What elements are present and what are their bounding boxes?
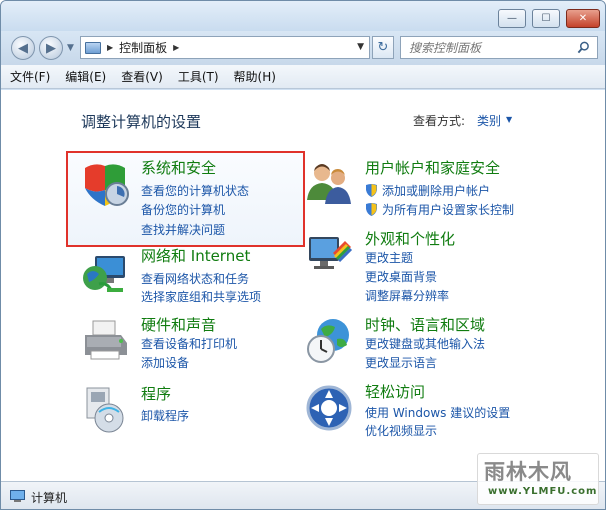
category-title-appearance[interactable]: 外观和个性化 (365, 228, 455, 249)
page-title: 调整计算机的设置 (81, 113, 202, 131)
address-bar[interactable]: ▶ 控制面板 ▶ ▼ (80, 36, 370, 59)
address-dropdown-icon[interactable]: ▼ (357, 42, 364, 52)
link-view-computer-status[interactable]: 查看您的计算机状态 (141, 182, 249, 199)
uac-shield-icon (366, 203, 377, 216)
menu-view[interactable]: 查看(V) (121, 68, 163, 85)
watermark-url: www.YLMFU.com (488, 486, 598, 497)
programs-disc-icon[interactable] (81, 386, 129, 434)
link-change-desktop-background[interactable]: 更改桌面背景 (365, 268, 437, 285)
link-change-display-language[interactable]: 更改显示语言 (365, 354, 437, 371)
watermark: 雨林木风 www.YLMFU.com (477, 453, 599, 505)
watermark-logo: 雨林木风 (484, 459, 572, 484)
refresh-button[interactable]: ↻ (372, 36, 394, 59)
menu-bar: 文件(F) 编辑(E) 查看(V) 工具(T) 帮助(H) (1, 65, 605, 89)
back-button[interactable]: ◀ (11, 36, 35, 60)
view-by-dropdown[interactable]: 类别 (477, 112, 501, 129)
search-box[interactable] (400, 36, 598, 59)
category-title-programs[interactable]: 程序 (141, 383, 171, 404)
link-network-status[interactable]: 查看网络状态和任务 (141, 270, 249, 287)
close-button[interactable]: ✕ (566, 9, 600, 28)
control-panel-icon (85, 41, 101, 54)
view-by-label: 查看方式: (413, 114, 466, 128)
monitor-palette-icon[interactable] (305, 231, 353, 279)
category-title-network[interactable]: 网络和 Internet (141, 245, 250, 266)
category-title-clock-language[interactable]: 时钟、语言和区域 (365, 314, 485, 335)
link-backup-computer[interactable]: 备份您的计算机 (141, 201, 225, 218)
link-devices-printers[interactable]: 查看设备和打印机 (141, 335, 237, 352)
link-change-theme[interactable]: 更改主题 (365, 249, 413, 266)
view-by-chevron-down-icon[interactable]: ▼ (506, 115, 512, 124)
link-add-device[interactable]: 添加设备 (141, 354, 189, 371)
computer-icon (10, 490, 25, 502)
link-parental-controls[interactable]: 为所有用户设置家长控制 (365, 201, 514, 218)
users-icon[interactable] (305, 160, 353, 208)
shield-icon[interactable] (81, 160, 129, 208)
link-optimize-display[interactable]: 优化视频显示 (365, 422, 437, 439)
window: — ☐ ✕ ◀ ▶ ▼ ▶ 控制面板 ▶ ▼ ↻ 文件(F) 编辑(E) 查看(… (0, 0, 606, 510)
minimize-button[interactable]: — (498, 9, 526, 28)
link-add-remove-accounts[interactable]: 添加或删除用户帐户 (365, 182, 490, 199)
breadcrumb-arrow-icon[interactable]: ▶ (173, 43, 179, 52)
breadcrumb-arrow-icon[interactable]: ▶ (107, 43, 113, 52)
link-homegroup-sharing[interactable]: 选择家庭组和共享选项 (141, 288, 261, 305)
link-recommended-settings[interactable]: 使用 Windows 建议的设置 (365, 404, 510, 421)
link-uninstall-program[interactable]: 卸载程序 (141, 407, 189, 424)
clock-globe-icon[interactable] (305, 317, 353, 365)
menu-tools[interactable]: 工具(T) (178, 68, 219, 85)
address-row: ◀ ▶ ▼ ▶ 控制面板 ▶ ▼ ↻ (1, 31, 605, 65)
menu-edit[interactable]: 编辑(E) (65, 68, 106, 85)
category-title-hardware[interactable]: 硬件和声音 (141, 314, 216, 335)
link-add-remove-accounts-label: 添加或删除用户帐户 (382, 184, 491, 198)
printer-icon[interactable] (81, 317, 129, 365)
recent-pages-dropdown-icon[interactable]: ▼ (67, 43, 74, 53)
breadcrumb-control-panel[interactable]: 控制面板 (119, 39, 167, 56)
menu-help[interactable]: 帮助(H) (234, 68, 276, 85)
category-title-ease-of-access[interactable]: 轻松访问 (365, 381, 425, 402)
link-parental-controls-label: 为所有用户设置家长控制 (382, 203, 515, 217)
link-screen-resolution[interactable]: 调整屏幕分辨率 (365, 287, 449, 304)
search-input[interactable] (409, 40, 569, 56)
uac-shield-icon (366, 184, 377, 197)
link-troubleshoot[interactable]: 查找并解决问题 (141, 221, 225, 238)
category-title-system-security[interactable]: 系统和安全 (141, 157, 216, 178)
menu-file[interactable]: 文件(F) (10, 68, 50, 85)
ease-of-access-icon[interactable] (305, 384, 353, 432)
title-bar[interactable]: — ☐ ✕ (1, 1, 605, 31)
maximize-button[interactable]: ☐ (532, 9, 560, 28)
network-globe-icon[interactable] (81, 248, 129, 296)
status-text: 计算机 (31, 491, 68, 505)
search-icon[interactable] (577, 41, 590, 54)
link-change-keyboards[interactable]: 更改键盘或其他输入法 (365, 335, 485, 352)
category-title-user-accounts[interactable]: 用户帐户和家庭安全 (365, 157, 500, 178)
forward-button[interactable]: ▶ (39, 36, 63, 60)
